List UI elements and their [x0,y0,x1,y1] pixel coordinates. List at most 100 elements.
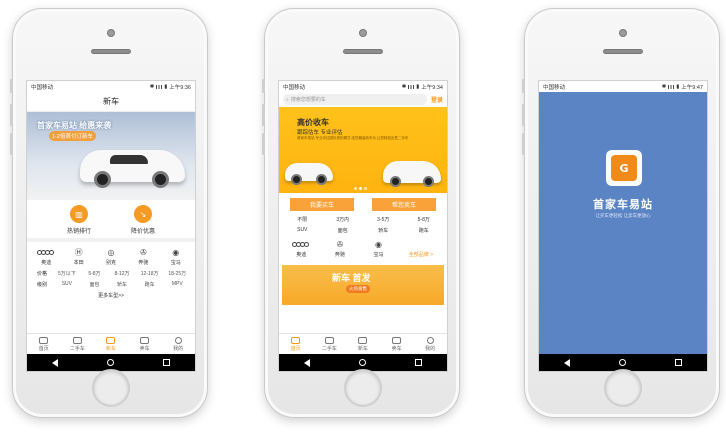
carrier-label: 中国移动 [283,84,306,91]
level-option[interactable]: SUV [53,281,81,288]
battery-icon: ▮ [676,83,680,90]
banner-subtitle: 跟踪估车 专业评估 [297,130,343,136]
signal-icon [668,84,675,89]
recent-apps-icon[interactable] [675,359,683,366]
promo-banner[interactable]: 高价收车 跟踪估车 专业评估 首家车易站 专业评估团队竞拍模式 给您最高收车价 … [279,107,447,193]
bar-chart-icon: ▥ [69,205,88,223]
home-circle-icon[interactable] [106,359,114,366]
back-icon[interactable] [563,358,570,367]
bluetooth-icon: ✱ [149,83,155,90]
price-option[interactable]: 8-12万 [108,270,136,277]
carousel-dots[interactable] [354,187,367,190]
tab-new-car[interactable]: 新车 [349,336,377,352]
recent-apps-icon[interactable] [415,359,423,366]
tab-home[interactable]: 首页 [30,336,58,352]
search-input[interactable]: ⌕ 搜索您想要的车 [283,94,427,105]
speaker [603,49,643,54]
honda-logo-icon: Ⓗ [74,247,83,257]
filter-option[interactable]: 不限 [282,216,323,223]
price-option[interactable]: 12-18万 [136,270,164,277]
filter-option[interactable]: 面包 [323,227,364,234]
price-option[interactable]: 5万以下 [53,270,81,277]
banner-headline: 首家车易站 给惠来袭 [37,121,112,130]
brand-bmw[interactable]: ◉ 宝马 [161,247,191,267]
filter-option[interactable]: SUV [282,227,323,234]
filter-option[interactable]: 5-8万 [404,216,445,223]
brand-row: 奥迪 ✇ 奔驰 ◉ 宝马 全部品牌 > [279,236,447,261]
price-drop-link[interactable]: ↘ 降价优惠 [131,205,155,235]
brand-benz[interactable]: ✇ 奔驰 [128,247,158,267]
brand-benz[interactable]: ✇ 奔驰 [321,239,360,259]
camera [359,29,367,37]
level-filter-row: 级别 SUV 面包 轿车 跑车 MPV [27,279,195,290]
brand-audi[interactable]: 奥迪 [282,239,321,258]
all-brands-link[interactable]: 全部品牌 > [398,251,444,258]
speaker [343,49,383,54]
mute-switch [10,79,13,93]
promo-banner[interactable]: 首家车易站 给惠来袭 1-2倍首付订新车 [27,112,195,200]
sell-car-button[interactable]: 帮您卖车 [372,198,436,211]
carrier-label: 中国移动 [31,84,54,91]
home-button[interactable] [604,369,642,407]
banner-title: 高价收车 [297,118,329,127]
back-icon[interactable] [51,358,58,367]
tab-sell-car[interactable]: 卖车 [131,336,159,352]
new-car-banner[interactable]: 新车 首发 火热发售 [282,265,444,305]
user-icon [174,336,182,344]
splash-background: G 首家车易站 让买车更轻松 让卖车更放心 [539,92,707,356]
filter-option[interactable]: 3万内 [323,216,364,223]
level-option[interactable]: 轿车 [108,281,136,288]
quick-links: ▥ 热销排行 ↘ 降价优惠 [27,200,195,242]
login-button[interactable]: 登录 [431,95,443,104]
level-label: 级别 [37,282,48,288]
brand-honda[interactable]: Ⓗ 本田 [64,247,94,267]
phone-splash: 中国移动 ✱ ▮ 上午9:47 G 首家车易站 让买车更轻松 让卖车更放心 [522,8,720,418]
tab-used-car[interactable]: 二手车 [315,336,343,352]
car-image [285,163,333,185]
carrier-label: 中国移动 [543,84,566,91]
filter-option[interactable]: 跑车 [404,227,445,234]
brand-audi[interactable]: 奥迪 [31,247,61,266]
more-models-link[interactable]: 更多车型>> [27,290,195,299]
home-button[interactable] [344,369,382,407]
car-icon [72,336,82,344]
price-option[interactable]: 18-25万 [163,270,191,277]
tab-sell-car[interactable]: 卖车 [383,336,411,352]
filter-option[interactable]: 轿车 [363,227,404,234]
level-option[interactable]: 跑车 [136,281,164,288]
volume-down-button [522,133,525,155]
screen-splash: 中国移动 ✱ ▮ 上午9:47 G 首家车易站 让买车更轻松 让卖车更放心 [538,80,708,372]
logo-mark-icon: G [611,155,637,181]
audi-logo-icon [37,247,55,257]
tab-mine[interactable]: 我的 [416,336,444,352]
camera [619,29,627,37]
back-icon[interactable] [303,358,310,367]
car-image [80,150,185,188]
tab-mine[interactable]: 我的 [164,336,192,352]
signal-icon [156,84,163,89]
home-button[interactable] [92,369,130,407]
price-option[interactable]: 5-8万 [81,270,109,277]
price-label: 价格 [37,271,48,277]
volume-up-button [10,104,13,126]
status-bar: 中国移动 ✱ ▮ 上午9:34 [279,81,447,92]
level-option[interactable]: 面包 [81,281,109,288]
brand-bmw[interactable]: ◉ 宝马 [359,239,398,259]
tab-home[interactable]: 首页 [282,336,310,352]
price-filter-row: 不限 3万内 3-5万 5-8万 [279,214,447,225]
tab-bar: 首页 二手车 新车 卖车 我的 [27,333,195,354]
level-option[interactable]: MPV [163,281,191,288]
brand-buick[interactable]: ◎ 别克 [96,247,126,267]
user-icon [426,336,434,344]
home-circle-icon[interactable] [618,359,626,366]
type-filter-row: SUV 面包 轿车 跑车 [279,225,447,236]
recent-apps-icon[interactable] [163,359,171,366]
filter-option[interactable]: 3-5万 [363,216,404,223]
tab-used-car[interactable]: 二手车 [63,336,91,352]
hot-ranking-link[interactable]: ▥ 热销排行 [67,205,91,235]
buy-car-button[interactable]: 我要买车 [290,198,354,211]
mute-switch [522,79,525,93]
tab-new-car[interactable]: 新车 [97,336,125,352]
battery-icon: ▮ [416,83,420,90]
home-circle-icon[interactable] [358,359,366,366]
